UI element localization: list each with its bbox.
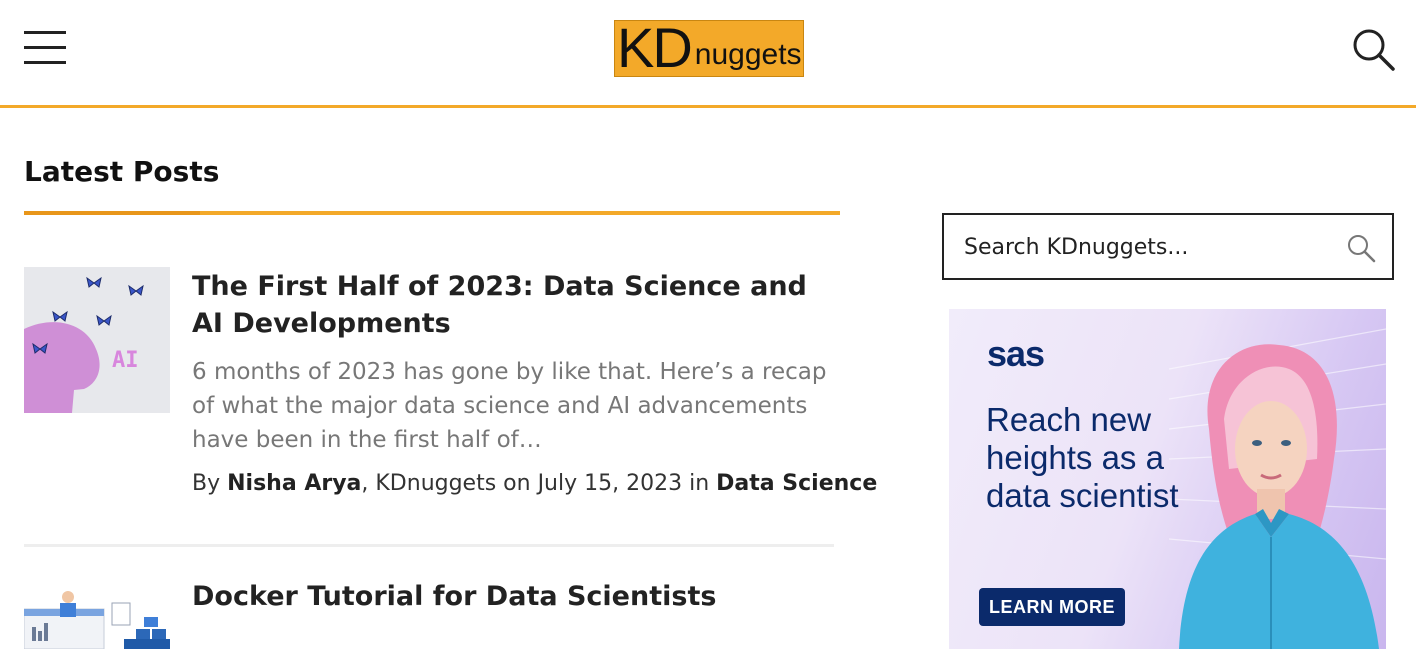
logo-nuggets: nuggets xyxy=(694,38,802,71)
learn-more-button[interactable]: LEARN MORE xyxy=(979,588,1125,626)
author-link[interactable]: Nisha Arya xyxy=(227,471,361,496)
hamburger-icon[interactable] xyxy=(24,29,66,67)
post-source-date: , KDnuggets on July 15, 2023 in xyxy=(361,471,717,496)
sas-logo: sas xyxy=(987,333,1045,374)
post-thumbnail[interactable]: AI xyxy=(24,267,170,413)
ad-person-image xyxy=(1169,328,1386,649)
post-meta: By Nisha Arya, KDnuggets on July 15, 202… xyxy=(192,469,877,499)
thumb-ai-text: AI xyxy=(112,348,139,373)
search-icon[interactable] xyxy=(1346,233,1376,263)
section-divider xyxy=(24,211,840,215)
post-item: AI The First Half of 2023: Data Science … xyxy=(24,267,877,547)
post-item: Docker Tutorial for Data Scientists xyxy=(24,577,834,657)
category-link[interactable]: Data Science xyxy=(716,471,877,496)
ad-headline: Reach new heights as a data scientist xyxy=(986,401,1179,514)
search-input[interactable] xyxy=(964,227,1334,267)
by-prefix: By xyxy=(192,471,228,496)
post-title[interactable]: The First Half of 2023: Data Science and… xyxy=(192,268,842,342)
sidebar-search xyxy=(942,213,1394,280)
sas-advertisement[interactable]: sas Reach new heights as a data scientis… xyxy=(949,309,1386,649)
search-icon[interactable] xyxy=(1350,26,1396,72)
logo-kd: KD xyxy=(617,20,693,77)
post-excerpt: 6 months of 2023 has gone by like that. … xyxy=(192,359,827,453)
post-thumbnail[interactable] xyxy=(24,589,170,649)
section-title: Latest Posts xyxy=(24,155,220,188)
post-title[interactable]: Docker Tutorial for Data Scientists xyxy=(192,578,842,615)
site-header: KD nuggets xyxy=(0,0,1416,108)
kdnuggets-logo[interactable]: KD nuggets xyxy=(614,20,804,77)
